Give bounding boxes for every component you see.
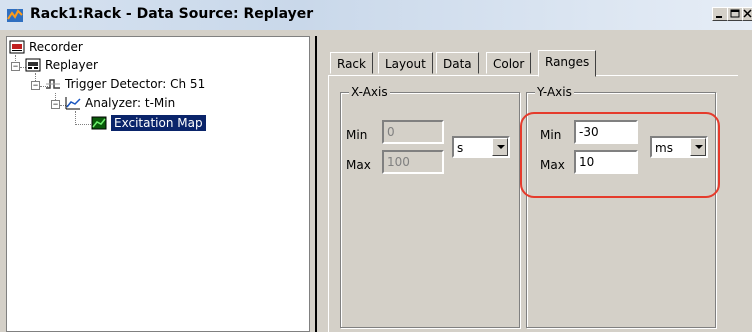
- tree-item-label: Replayer: [45, 58, 98, 72]
- analyzer-icon: [65, 97, 81, 110]
- close-icon: [743, 9, 752, 18]
- tree-item-label: Recorder: [29, 40, 83, 54]
- x-max-label: Max: [346, 158, 371, 172]
- tree-connector: [75, 124, 91, 125]
- app-icon: [7, 9, 23, 22]
- tree-item-trigger-detector[interactable]: Trigger Detector: Ch 51: [45, 77, 205, 91]
- tree-item-replayer[interactable]: Replayer: [25, 58, 98, 72]
- collapse-toggle[interactable]: −: [51, 100, 60, 109]
- y-axis-title: Y-Axis: [535, 85, 574, 99]
- tree-connector: [75, 111, 76, 125]
- recorder-icon: [9, 40, 25, 54]
- tab-data[interactable]: Data: [436, 52, 479, 74]
- maximize-button[interactable]: [727, 7, 743, 21]
- maximize-icon: [730, 9, 740, 18]
- tree-item-analyzer[interactable]: Analyzer: t-Min: [65, 96, 175, 110]
- tab-rack[interactable]: Rack: [330, 52, 373, 74]
- x-unit-value: s: [457, 141, 464, 155]
- highlight-annotation: [520, 112, 720, 198]
- minimize-icon: [716, 16, 722, 18]
- tree-item-label: Analyzer: t-Min: [85, 96, 176, 110]
- chevron-down-icon[interactable]: [492, 138, 508, 156]
- splitter-divider: [315, 36, 317, 332]
- x-min-field[interactable]: [382, 120, 444, 144]
- collapse-toggle[interactable]: −: [31, 81, 40, 90]
- tree-item-label: Trigger Detector: Ch 51: [65, 77, 206, 91]
- collapse-toggle[interactable]: −: [11, 62, 20, 71]
- x-max-field[interactable]: [382, 150, 444, 174]
- replayer-icon: [25, 58, 41, 72]
- close-button[interactable]: [742, 7, 752, 21]
- tab-layout[interactable]: Layout: [378, 52, 433, 74]
- x-min-label: Min: [346, 128, 368, 142]
- title-bar[interactable]: Rack1:Rack - Data Source: Replayer: [0, 0, 752, 30]
- tree-item-excitation-map[interactable]: Excitation Map: [91, 115, 206, 131]
- tree-item-label: Excitation Map: [111, 115, 206, 131]
- map-icon: [91, 116, 107, 130]
- x-unit-select[interactable]: s: [452, 136, 510, 158]
- tree-view[interactable]: Recorder − Replayer − Trigger Detector: …: [6, 36, 310, 332]
- window-title: Rack1:Rack - Data Source: Replayer: [30, 6, 314, 22]
- tree-item-recorder[interactable]: Recorder: [9, 40, 83, 54]
- main-window: Rack1:Rack - Data Source: Replayer Recor…: [0, 0, 752, 332]
- tab-color[interactable]: Color: [486, 52, 532, 74]
- trigger-icon: [46, 79, 60, 89]
- x-axis-title: X-Axis: [349, 85, 390, 99]
- tab-ranges[interactable]: Ranges: [538, 50, 597, 77]
- minimize-button[interactable]: [712, 7, 728, 21]
